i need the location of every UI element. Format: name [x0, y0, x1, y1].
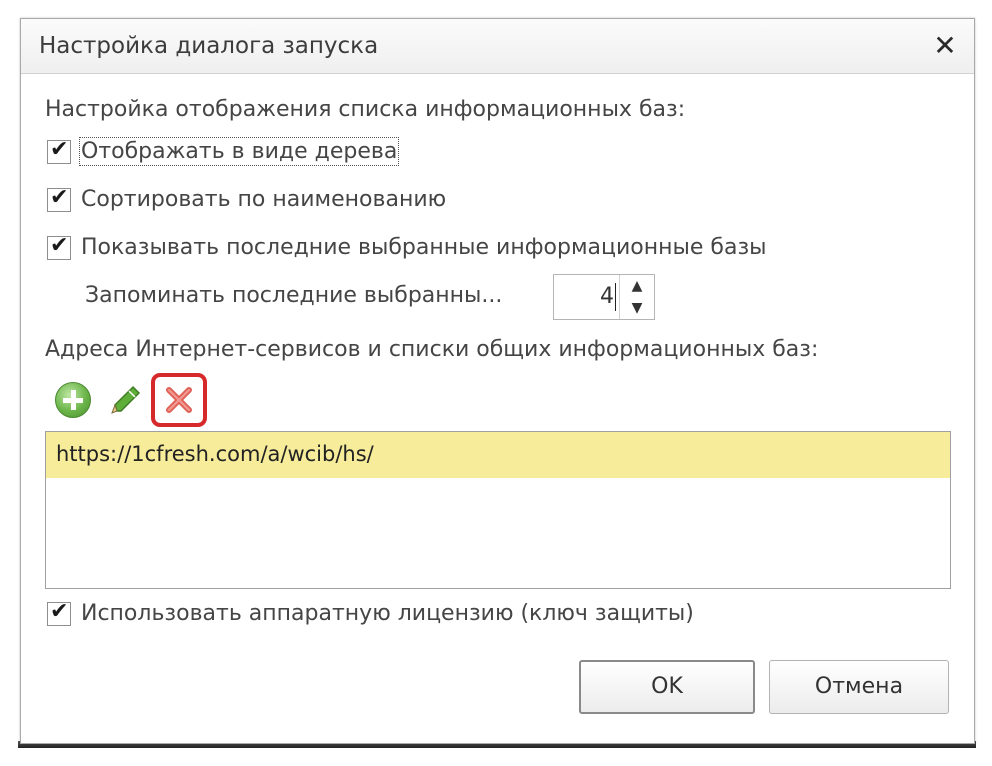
stepper-up-icon[interactable]: ▲	[620, 275, 654, 297]
remember-recent-label: Запоминать последние выбранны...	[85, 283, 503, 308]
services-heading: Адреса Интернет-сервисов и списки общих …	[45, 337, 819, 362]
display-settings-heading: Настройка отображения списка информацион…	[45, 97, 686, 122]
checkmark-icon: ✔	[50, 233, 69, 258]
services-list[interactable]: https://1cfresh.com/a/wcib/hs/	[45, 431, 951, 589]
pencil-icon[interactable]	[109, 381, 145, 417]
checkmark-icon: ✔	[50, 599, 69, 624]
remember-recent-value[interactable]: 4	[600, 284, 614, 309]
text-caret	[615, 283, 616, 311]
launch-dialog-settings-window: Настройка диалога запуска ✕ Настройка от…	[20, 18, 975, 744]
list-item-url: https://1cfresh.com/a/wcib/hs/	[56, 442, 374, 466]
dialog-title: Настройка диалога запуска	[39, 33, 379, 59]
hardware-license-checkbox[interactable]: ✔	[47, 599, 71, 626]
sort-by-name-checkbox[interactable]: ✔	[47, 185, 71, 212]
delete-button[interactable]	[151, 373, 207, 427]
close-icon[interactable]: ✕	[930, 31, 960, 61]
cancel-button[interactable]: Отмена	[769, 660, 949, 714]
list-item[interactable]: https://1cfresh.com/a/wcib/hs/	[46, 432, 950, 478]
add-circle-icon[interactable]	[55, 382, 91, 418]
hardware-license-label[interactable]: Использовать аппаратную лицензию (ключ з…	[81, 601, 694, 626]
show-recent-checkbox[interactable]: ✔	[47, 233, 71, 260]
sort-by-name-label[interactable]: Сортировать по наименованию	[81, 187, 446, 212]
ok-button[interactable]: OK	[579, 660, 755, 714]
delete-x-icon	[166, 387, 192, 413]
stepper-arrows: ▲ ▼	[619, 275, 654, 319]
checkmark-icon: ✔	[50, 137, 69, 162]
remember-recent-stepper[interactable]: 4 ▲ ▼	[553, 274, 655, 320]
checkmark-icon: ✔	[50, 185, 69, 210]
title-bar: Настройка диалога запуска ✕	[21, 19, 974, 74]
show-as-tree-checkbox[interactable]: ✔	[47, 137, 71, 164]
show-as-tree-label[interactable]: Отображать в виде дерева	[78, 137, 400, 166]
show-recent-label[interactable]: Показывать последние выбранные информаци…	[81, 235, 767, 260]
stepper-down-icon[interactable]: ▼	[620, 297, 654, 319]
